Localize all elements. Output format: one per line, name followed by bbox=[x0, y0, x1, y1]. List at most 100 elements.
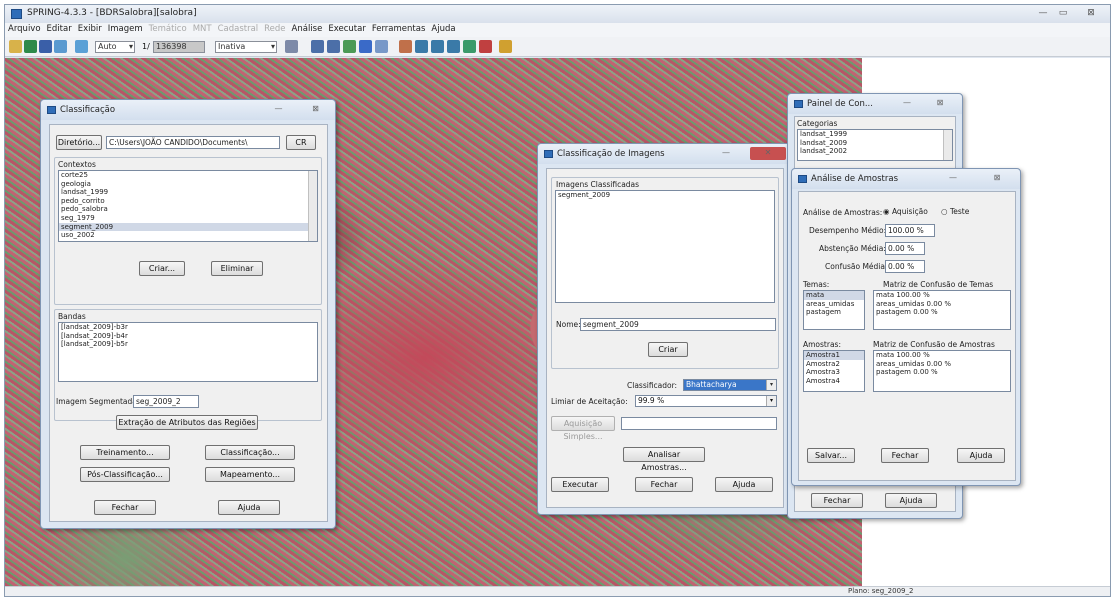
imagem-segmentada-field[interactable]: seg_2009_2 bbox=[133, 395, 199, 408]
analisar-amostras-button[interactable]: Analisar Amostras... bbox=[623, 447, 705, 472]
matriz-amostras-list[interactable]: mata 100.00 % areas_umidas 0.00 % pastagem… bbox=[873, 350, 1011, 392]
cr-button[interactable]: CR bbox=[286, 135, 316, 150]
tema-item[interactable]: areas_umidas bbox=[804, 300, 864, 309]
menu-item[interactable]: Rede bbox=[261, 23, 288, 35]
banda-item[interactable]: [landsat_2009]-b3r bbox=[59, 323, 317, 332]
scale-input[interactable]: 136398 bbox=[153, 41, 205, 53]
banda-item[interactable]: [landsat_2009]-b4r bbox=[59, 332, 317, 341]
minimize-button[interactable]: — bbox=[942, 172, 964, 185]
fechar-button[interactable]: Fechar bbox=[635, 477, 693, 492]
minimize-button[interactable]: — bbox=[896, 97, 918, 110]
criar-contexto-button[interactable]: Criar... bbox=[139, 261, 185, 276]
classificador-select[interactable]: Bhattacharya ▾ bbox=[683, 379, 777, 391]
categoria-item[interactable]: landsat_2002 bbox=[798, 147, 952, 156]
menu-item[interactable]: Arquivo bbox=[5, 23, 44, 35]
categorias-scrollbar[interactable] bbox=[943, 130, 952, 160]
imagens-classificadas-list[interactable]: segment_2009 bbox=[555, 190, 775, 303]
contexto-item[interactable]: seg_1979 bbox=[59, 214, 317, 223]
contextos-scrollbar[interactable] bbox=[308, 171, 317, 241]
minimize-button[interactable]: — bbox=[706, 147, 746, 160]
matriz-temas-list[interactable]: mata 100.00 % areas_umidas 0.00 % pastagem… bbox=[873, 290, 1011, 330]
contexto-item[interactable]: geologia bbox=[59, 180, 317, 189]
menu-item[interactable]: Editar bbox=[44, 23, 75, 35]
contexto-item[interactable]: landsat_1999 bbox=[59, 188, 317, 197]
info-icon[interactable] bbox=[359, 40, 372, 53]
contexto-item[interactable]: pedo_salobra bbox=[59, 205, 317, 214]
ajuda-button[interactable]: Ajuda bbox=[218, 500, 280, 515]
contexto-item[interactable]: pedo_corrito bbox=[59, 197, 317, 206]
executar-button[interactable]: Executar bbox=[551, 477, 609, 492]
criar-button[interactable]: Criar bbox=[648, 342, 688, 357]
analise-titlebar[interactable]: Análise de Amostras — ⊠ bbox=[792, 169, 1020, 189]
imagem-item[interactable]: segment_2009 bbox=[556, 191, 774, 200]
classificacao-titlebar[interactable]: Classificação — ⊠ bbox=[41, 100, 335, 120]
zoom-area-icon[interactable] bbox=[447, 40, 460, 53]
menu-item[interactable]: Temático bbox=[146, 23, 190, 35]
mapeamento-button[interactable]: Mapeamento... bbox=[205, 467, 295, 482]
banda-item[interactable]: [landsat_2009]-b5r bbox=[59, 340, 317, 349]
pan-icon[interactable] bbox=[343, 40, 356, 53]
minimize-button[interactable]: — bbox=[1035, 8, 1051, 18]
close-button[interactable]: ✕ bbox=[750, 147, 786, 160]
painel-titlebar[interactable]: Painel de Con... — ⊠ bbox=[788, 94, 962, 114]
classificacao-imagens-titlebar[interactable]: Classificação de Imagens — ✕ bbox=[538, 144, 791, 164]
amostra-item[interactable]: Amostra4 bbox=[804, 377, 864, 386]
tema-item[interactable]: mata bbox=[804, 291, 864, 300]
amostras-list[interactable]: Amostra1 Amostra2 Amostra3 Amostra4 bbox=[803, 350, 865, 392]
treinamento-button[interactable]: Treinamento... bbox=[80, 445, 170, 460]
zoom-out-icon[interactable] bbox=[431, 40, 444, 53]
close-button[interactable]: ⊠ bbox=[984, 172, 1010, 185]
state-select[interactable]: Inativa ▾ bbox=[215, 41, 277, 53]
contextos-list[interactable]: corte25 geologia landsat_1999 pedo_corrito p… bbox=[58, 170, 318, 242]
amostra-item[interactable]: Amostra1 bbox=[804, 351, 864, 360]
matriz-amostra-item[interactable]: areas_umidas 0.00 % bbox=[874, 360, 1010, 369]
fechar-button[interactable]: Fechar bbox=[811, 493, 863, 508]
menu-item[interactable]: Executar bbox=[325, 23, 368, 35]
crosshair-icon[interactable] bbox=[327, 40, 340, 53]
menu-item[interactable]: MNT bbox=[190, 23, 215, 35]
contexto-item[interactable]: uso_2002 bbox=[59, 231, 317, 240]
amostra-item[interactable]: Amostra3 bbox=[804, 368, 864, 377]
window-icon[interactable] bbox=[285, 40, 298, 53]
temas-list[interactable]: mata areas_umidas pastagem bbox=[803, 290, 865, 330]
menu-item[interactable]: Ajuda bbox=[428, 23, 458, 35]
matriz-tema-item[interactable]: areas_umidas 0.00 % bbox=[874, 300, 1010, 309]
home-icon[interactable] bbox=[479, 40, 492, 53]
fechar-button[interactable]: Fechar bbox=[94, 500, 156, 515]
radio-teste[interactable]: ○ Teste bbox=[941, 207, 969, 216]
diretorio-button[interactable]: Diretório... bbox=[56, 135, 102, 150]
aquisicao-simples-button[interactable]: Aquisição Simples... bbox=[551, 416, 615, 441]
menu-item[interactable]: Exibir bbox=[75, 23, 105, 35]
directory-path-field[interactable]: C:\Users\JOÃO CANDIDO\Documents\ bbox=[106, 136, 280, 149]
eliminar-button[interactable]: Eliminar bbox=[211, 261, 263, 276]
close-button[interactable]: ⊠ bbox=[1083, 8, 1099, 18]
categorias-list[interactable]: landsat_1999 landsat_2009 landsat_2002 bbox=[797, 129, 953, 161]
layer-icon[interactable] bbox=[39, 40, 52, 53]
radio-aquisicao[interactable]: ◉ Aquisição bbox=[883, 207, 928, 216]
help-icon[interactable] bbox=[499, 40, 512, 53]
matriz-amostra-item[interactable]: mata 100.00 % bbox=[874, 351, 1010, 360]
edit-icon[interactable] bbox=[399, 40, 412, 53]
matriz-tema-item[interactable]: mata 100.00 % bbox=[874, 291, 1010, 300]
minimize-button[interactable]: — bbox=[266, 103, 291, 116]
search-icon[interactable] bbox=[375, 40, 388, 53]
fechar-button[interactable]: Fechar bbox=[881, 448, 929, 463]
matriz-tema-item[interactable]: pastagem 0.00 % bbox=[874, 308, 1010, 317]
mode-select[interactable]: Auto ▾ bbox=[95, 41, 135, 53]
bandas-list[interactable]: [landsat_2009]-b3r [landsat_2009]-b4r [lan… bbox=[58, 322, 318, 382]
display-icon[interactable] bbox=[75, 40, 88, 53]
menu-item[interactable]: Cadastral bbox=[215, 23, 262, 35]
matriz-amostra-item[interactable]: pastagem 0.00 % bbox=[874, 368, 1010, 377]
nome-field[interactable]: segment_2009 bbox=[580, 318, 776, 331]
categoria-item[interactable]: landsat_2009 bbox=[798, 139, 952, 148]
close-button[interactable]: ⊠ bbox=[928, 97, 952, 110]
extracao-atributos-button[interactable]: Extração de Atributos das Regiões bbox=[116, 415, 258, 430]
zoom-in-icon[interactable] bbox=[415, 40, 428, 53]
menu-item[interactable]: Análise bbox=[289, 23, 326, 35]
zoom-previous-icon[interactable] bbox=[463, 40, 476, 53]
contexto-item[interactable]: corte25 bbox=[59, 171, 317, 180]
classificacao-button[interactable]: Classificação... bbox=[205, 445, 295, 460]
menu-item[interactable]: Imagem bbox=[105, 23, 146, 35]
limiar-select[interactable]: 99.9 % ▾ bbox=[635, 395, 777, 407]
salvar-button[interactable]: Salvar... bbox=[807, 448, 855, 463]
